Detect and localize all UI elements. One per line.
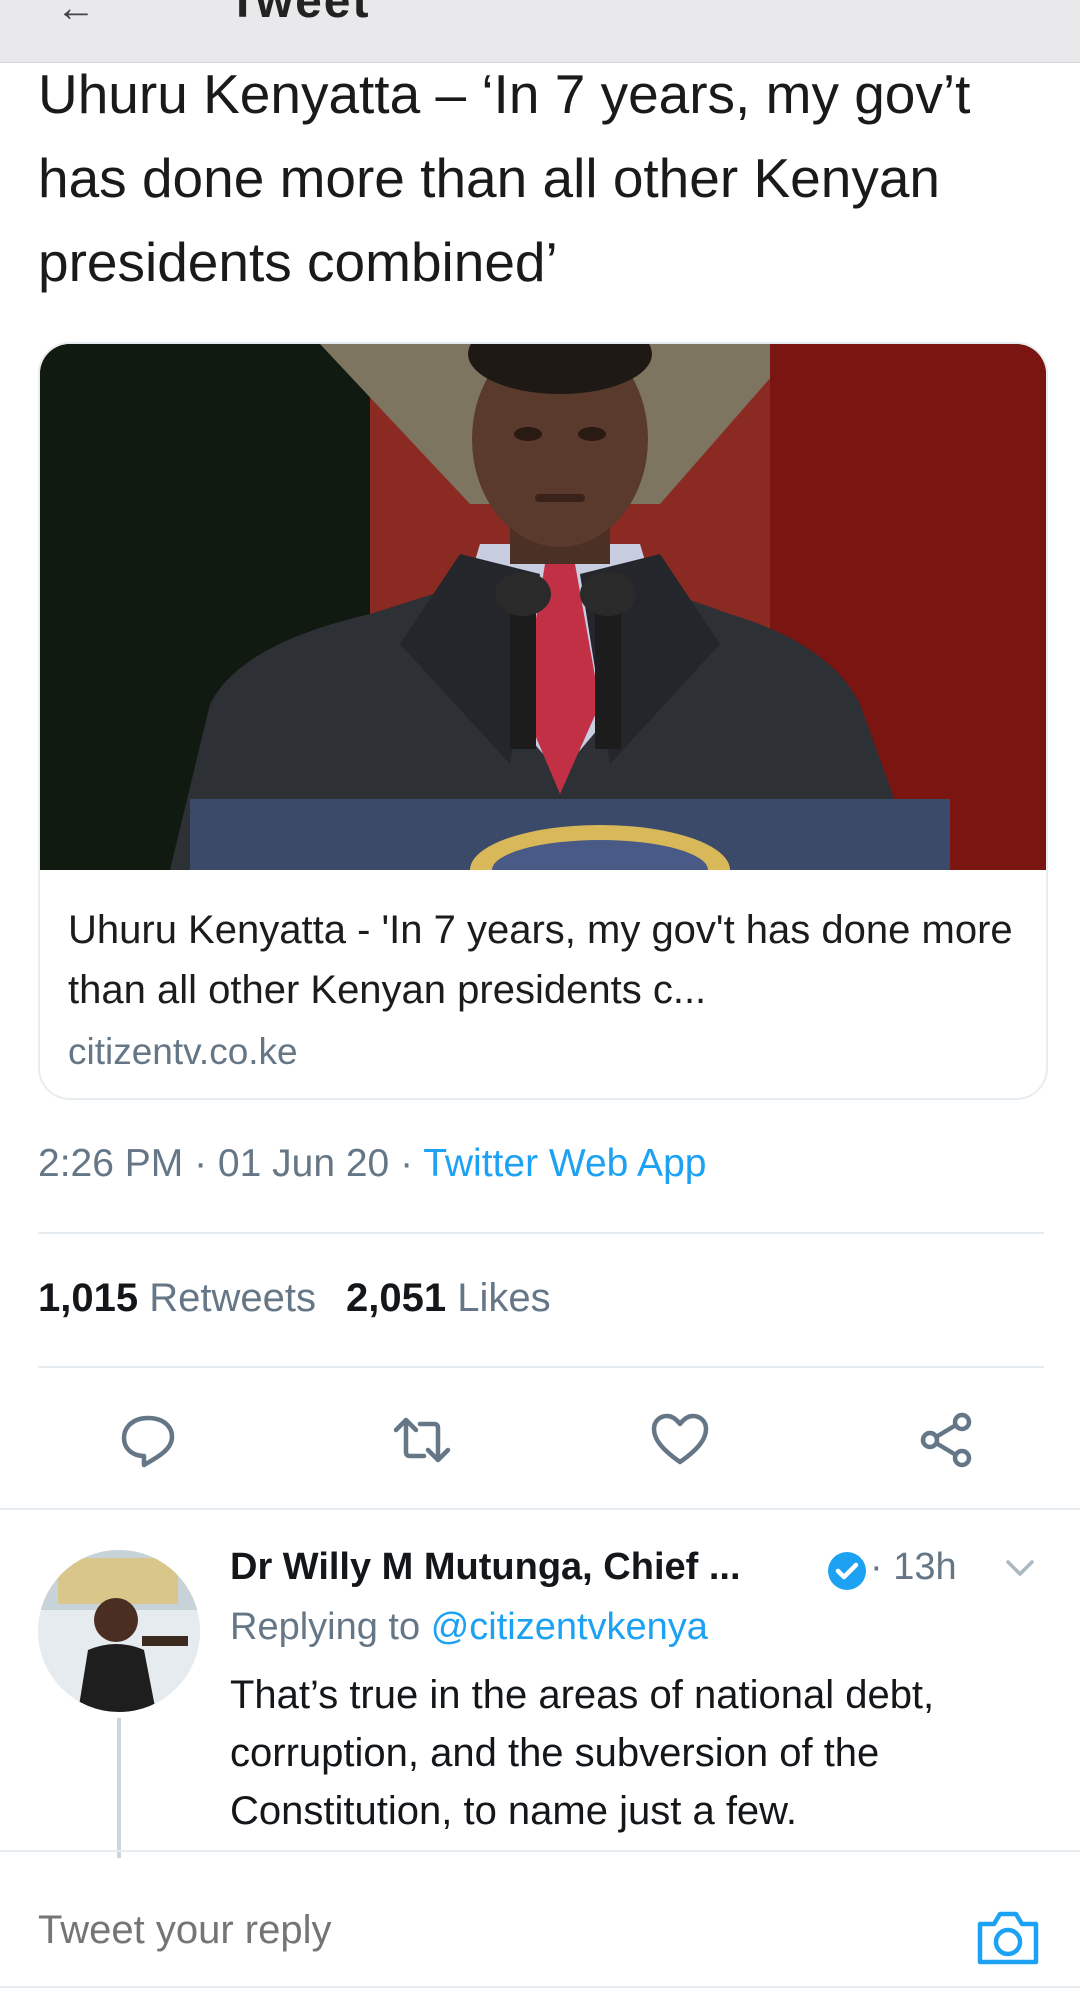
reply-time: · 13h	[870, 1546, 957, 1588]
tweet-date: 01 Jun 20	[217, 1142, 390, 1185]
reply-tweet[interactable]: Dr Willy M Mutunga, Chief ... · 13h Repl…	[0, 1508, 1080, 1858]
retweets-stat[interactable]: 1,015 Retweets	[38, 1276, 316, 1320]
share-icon[interactable]	[906, 1400, 986, 1480]
retweet-icon[interactable]	[382, 1400, 462, 1480]
divider	[38, 1366, 1044, 1368]
replying-prefix: Replying to	[230, 1606, 421, 1648]
meta-separator: ·	[194, 1142, 218, 1185]
replying-to: Replying to @citizentvkenya	[230, 1606, 708, 1649]
tweet-text: Uhuru Kenyatta – ‘In 7 years, my gov’t h…	[38, 63, 971, 293]
reply-time-value: 13h	[893, 1546, 957, 1588]
link-preview-title: Uhuru Kenyatta - 'In 7 years, my gov't h…	[68, 908, 1013, 1012]
link-preview-domain: citizentv.co.ke	[68, 1031, 298, 1072]
divider	[38, 1232, 1044, 1234]
likes-label: Likes	[457, 1276, 551, 1320]
divider	[0, 1986, 1080, 1988]
likes-stat[interactable]: 2,051 Likes	[346, 1276, 551, 1320]
page-title: Tweet	[228, 0, 371, 28]
tweet-actions	[0, 1400, 1080, 1480]
tweet-time: 2:26 PM	[38, 1142, 184, 1185]
retweets-count: 1,015	[38, 1276, 139, 1320]
reply-icon[interactable]	[108, 1400, 188, 1480]
verified-badge-icon	[826, 1550, 868, 1592]
replying-handle-link[interactable]: @citizentvkenya	[431, 1606, 708, 1648]
likes-count: 2,051	[345, 1276, 447, 1320]
chevron-down-icon[interactable]	[1004, 1558, 1036, 1583]
tweet-stats: 1,015 Retweets 2,051 Likes	[38, 1276, 551, 1321]
tweet-timestamp: 2:26 PM · 01 Jun 20 · Twitter Web App	[38, 1142, 706, 1186]
reply-text: That’s true in the areas of national deb…	[230, 1673, 935, 1833]
tweet-source-link[interactable]: Twitter Web App	[423, 1142, 706, 1185]
avatar[interactable]	[38, 1550, 200, 1712]
reply-input[interactable]	[38, 1908, 553, 1953]
meta-separator: ·	[400, 1142, 424, 1185]
arrow-left-icon[interactable]: ←	[56, 0, 96, 31]
retweets-label: Retweets	[149, 1276, 316, 1320]
reply-composer	[0, 1850, 1080, 2003]
link-preview-card[interactable]: Uhuru Kenyatta - 'In 7 years, my gov't h…	[38, 342, 1048, 1100]
camera-icon[interactable]	[974, 1908, 1042, 1968]
link-preview-image	[40, 344, 1046, 870]
like-icon[interactable]	[640, 1400, 720, 1480]
reply-author-name[interactable]: Dr Willy M Mutunga, Chief ...	[230, 1546, 741, 1589]
thread-line	[117, 1718, 121, 1858]
